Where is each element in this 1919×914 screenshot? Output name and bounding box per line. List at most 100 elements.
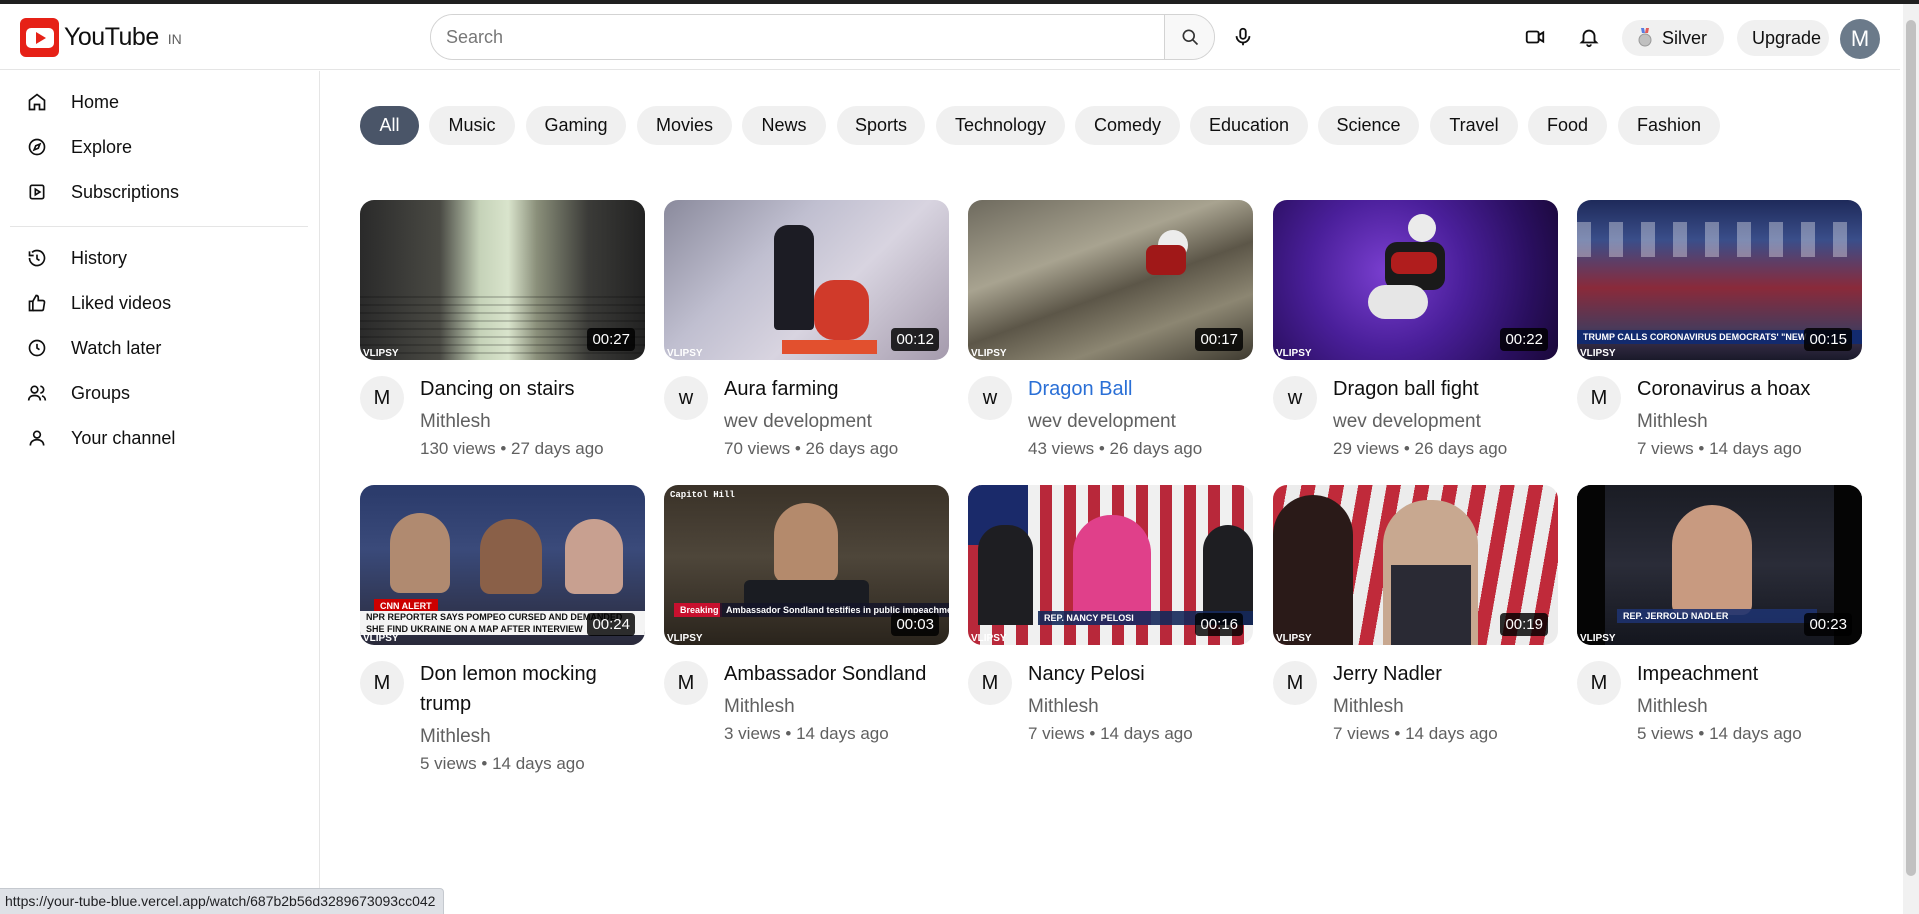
sidebar-item-groups[interactable]: Groups (10, 373, 306, 413)
video-title[interactable]: Ambassador Sondland (724, 659, 949, 689)
channel-name[interactable]: wev development (1333, 410, 1558, 434)
channel-name[interactable]: Mithlesh (420, 725, 645, 749)
video-title[interactable]: Coronavirus a hoax (1637, 374, 1862, 404)
video-stats: 29 views • 26 days ago (1333, 439, 1508, 458)
sidebar-item-subscriptions[interactable]: Subscriptions (10, 172, 306, 212)
chip-science[interactable]: Science (1318, 106, 1419, 145)
chip-travel[interactable]: Travel (1430, 106, 1518, 145)
video-thumbnail[interactable]: REP. JERROLD NADLER VLIPSY 00:23 (1577, 485, 1862, 645)
channel-avatar[interactable]: w (664, 376, 708, 420)
channel-name[interactable]: wev development (1028, 410, 1253, 434)
search-button[interactable] (1164, 15, 1214, 59)
watermark: VLIPSY (667, 348, 703, 359)
video-meta: Aura farming wev development 70 views • … (724, 374, 949, 460)
sidebar-item-watch-later[interactable]: Watch later (10, 328, 306, 368)
video-title[interactable]: Impeachment (1637, 659, 1862, 689)
video-title[interactable]: Jerry Nadler (1333, 659, 1558, 689)
chip-fashion[interactable]: Fashion (1618, 106, 1720, 145)
chip-technology[interactable]: Technology (936, 106, 1065, 145)
upgrade-button[interactable]: Upgrade (1737, 20, 1829, 56)
channel-name[interactable]: Mithlesh (1637, 410, 1862, 434)
channel-name[interactable]: wev development (724, 410, 949, 434)
youtube-logo[interactable]: YouTube IN (20, 18, 182, 57)
sidebar-item-home[interactable]: Home (10, 82, 306, 122)
channel-avatar[interactable]: M (1577, 661, 1621, 705)
sidebar-item-label: Watch later (71, 337, 162, 358)
youtube-play-icon (20, 18, 59, 57)
watermark: VLIPSY (667, 633, 703, 644)
channel-avatar[interactable]: M (664, 661, 708, 705)
create-video-button[interactable] (1522, 24, 1548, 50)
video-thumbnail[interactable]: VLIPSY 00:12 (664, 200, 949, 360)
sidebar-item-liked-videos[interactable]: Liked videos (10, 283, 306, 323)
location-label: Capitol Hill (670, 490, 735, 500)
duration-badge: 00:19 (1500, 613, 1548, 636)
sidebar-item-history[interactable]: History (10, 238, 306, 278)
sidebar-item-your-channel[interactable]: Your channel (10, 418, 306, 458)
video-meta: Nancy Pelosi Mithlesh 7 views • 14 days … (1028, 659, 1253, 745)
account-avatar[interactable]: M (1840, 19, 1880, 59)
video-meta: Coronavirus a hoax Mithlesh 7 views • 14… (1637, 374, 1862, 460)
channel-name[interactable]: Mithlesh (1637, 695, 1862, 719)
chip-sports[interactable]: Sports (837, 106, 925, 145)
video-title[interactable]: Nancy Pelosi (1028, 659, 1253, 689)
video-title[interactable]: Dragon Ball (1028, 374, 1253, 404)
video-thumbnail[interactable]: VLIPSY 00:17 (968, 200, 1253, 360)
scrollbar-thumb[interactable] (1906, 20, 1916, 876)
video-stats: 70 views • 26 days ago (724, 439, 899, 458)
duration-badge: 00:16 (1195, 613, 1243, 636)
sidebar-item-label: Liked videos (71, 292, 172, 313)
channel-avatar[interactable]: M (968, 661, 1012, 705)
chip-food[interactable]: Food (1528, 106, 1607, 145)
video-thumbnail[interactable]: VLIPSY 00:19 (1273, 485, 1558, 645)
chip-music[interactable]: Music (429, 106, 515, 145)
chip-education[interactable]: Education (1190, 106, 1308, 145)
silver-plan-button[interactable]: Silver (1622, 20, 1724, 56)
channel-avatar[interactable]: M (360, 376, 404, 420)
video-thumbnail[interactable]: VLIPSY 00:22 (1273, 200, 1558, 360)
channel-avatar[interactable]: M (360, 661, 404, 705)
video-title[interactable]: Aura farming (724, 374, 949, 404)
video-title[interactable]: Dragon ball fight (1333, 374, 1558, 404)
sidebar-item-label: History (71, 247, 128, 268)
channel-name[interactable]: Mithlesh (1028, 695, 1253, 719)
video-title[interactable]: Dancing on stairs (420, 374, 645, 404)
video-thumbnail[interactable]: CNN ALERT NPR REPORTER SAYS POMPEO CURSE… (360, 485, 645, 645)
voice-search-button[interactable] (1230, 24, 1256, 50)
video-stats: 7 views • 14 days ago (1637, 439, 1802, 458)
watermark: VLIPSY (1276, 348, 1312, 359)
chip-news[interactable]: News (742, 106, 826, 145)
channel-avatar[interactable]: w (1273, 376, 1317, 420)
video-thumbnail[interactable]: VLIPSY 00:27 (360, 200, 645, 360)
chip-movies[interactable]: Movies (637, 106, 732, 145)
channel-avatar[interactable]: w (968, 376, 1012, 420)
channel-name[interactable]: Mithlesh (1333, 695, 1558, 719)
video-thumbnail[interactable]: REP. NANCY PELOSI VLIPSY 00:16 (968, 485, 1253, 645)
chip-gaming[interactable]: Gaming (526, 106, 626, 145)
video-thumbnail[interactable]: TRUMP CALLS CORONAVIRUS DEMOCRATS' "NEW … (1577, 200, 1862, 360)
chip-all[interactable]: All (360, 106, 419, 145)
video-title[interactable]: Don lemon mocking trump (420, 659, 645, 719)
video-meta: Don lemon mocking trump Mithlesh 5 views… (420, 659, 645, 775)
video-thumbnail[interactable]: Capitol Hill Breaking Ambassador Sondlan… (664, 485, 949, 645)
notifications-button[interactable] (1576, 24, 1602, 50)
video-camera-icon (1525, 30, 1545, 44)
video-stats: 3 views • 14 days ago (724, 724, 889, 743)
chip-comedy[interactable]: Comedy (1075, 106, 1180, 145)
sidebar-item-label: Groups (71, 382, 131, 403)
video-meta: Impeachment Mithlesh 5 views • 14 days a… (1637, 659, 1862, 745)
duration-badge: 00:24 (587, 613, 635, 636)
duration-badge: 00:03 (891, 613, 939, 636)
sidebar-item-explore[interactable]: Explore (10, 127, 306, 167)
channel-avatar[interactable]: M (1273, 661, 1317, 705)
users-icon (25, 381, 49, 405)
channel-avatar[interactable]: M (1577, 376, 1621, 420)
duration-badge: 00:22 (1500, 328, 1548, 351)
subscriptions-icon (25, 180, 49, 204)
search-input[interactable] (431, 15, 1164, 59)
duration-badge: 00:27 (587, 328, 635, 351)
channel-name[interactable]: Mithlesh (420, 410, 645, 434)
channel-name[interactable]: Mithlesh (724, 695, 949, 719)
duration-badge: 00:15 (1804, 328, 1852, 351)
video-meta: Jerry Nadler Mithlesh 7 views • 14 days … (1333, 659, 1558, 745)
